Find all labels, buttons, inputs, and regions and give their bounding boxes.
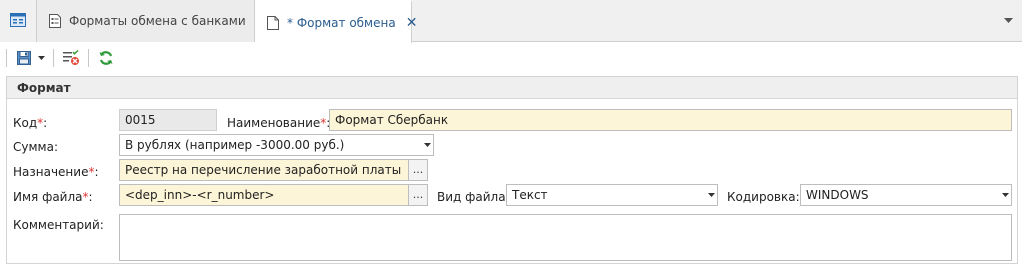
- save-icon: [17, 51, 31, 65]
- encoding-select[interactable]: WINDOWS: [800, 184, 1012, 206]
- chevron-down-icon: [37, 56, 45, 60]
- toolbar-separator: [6, 49, 7, 67]
- format-group: Формат Код*: 0015 Наименование*: Формат …: [6, 76, 1018, 264]
- tabs-dropdown-button[interactable]: [1002, 14, 1014, 26]
- tab-home[interactable]: [0, 0, 37, 42]
- filename-label: Имя файла*:: [13, 190, 93, 204]
- document-icon: [267, 15, 279, 30]
- chevron-down-icon: [421, 135, 433, 155]
- code-field[interactable]: 0015: [119, 109, 217, 131]
- comment-textarea[interactable]: [119, 214, 1012, 261]
- encoding-label: Кодировка:: [727, 190, 800, 204]
- code-label: Код*:: [13, 116, 48, 130]
- tab-exchange-formats[interactable]: Форматы обмена с банками: [37, 0, 255, 42]
- save-dropdown-button[interactable]: [35, 47, 47, 69]
- name-field[interactable]: Формат Сбербанк: [329, 109, 1012, 131]
- check-list-button[interactable]: [60, 47, 82, 69]
- filename-select-button[interactable]: ...: [408, 184, 428, 206]
- purpose-label: Назначение*:: [13, 165, 99, 179]
- purpose-field[interactable]: Реестр на перечисление заработной платы: [119, 159, 409, 181]
- tab-strip: Форматы обмена с банками * Формат обмена…: [0, 0, 1022, 43]
- purpose-select-button[interactable]: ...: [408, 159, 428, 181]
- section-title: Формат: [7, 77, 1017, 99]
- save-button[interactable]: [13, 47, 35, 69]
- list-remove-icon: [63, 50, 79, 65]
- sum-label: Сумма:: [13, 140, 58, 154]
- close-icon[interactable]: ✕: [406, 16, 418, 30]
- chevron-down-icon: [999, 185, 1011, 205]
- toolbar: [0, 43, 1022, 73]
- comment-label: Комментарий:: [13, 218, 104, 232]
- filetype-label: Вид файла:: [437, 190, 510, 204]
- toolbar-separator: [53, 49, 54, 67]
- filetype-select[interactable]: Текст: [506, 184, 718, 206]
- tab-label: Форматы обмена с банками: [69, 14, 246, 28]
- refresh-button[interactable]: [95, 47, 117, 69]
- tab-label: * Формат обмена: [287, 15, 396, 30]
- document-list-icon: [49, 14, 61, 28]
- sum-select[interactable]: В рублях (например -3000.00 руб.): [119, 134, 434, 156]
- refresh-icon: [99, 51, 113, 65]
- tab-exchange-format[interactable]: * Формат обмена ✕: [255, 0, 417, 43]
- name-label: Наименование*:: [227, 116, 330, 130]
- filename-field[interactable]: <dep_inn>-<r_number>: [119, 184, 409, 206]
- chevron-down-icon: [1003, 17, 1013, 23]
- toolbar-separator: [88, 49, 89, 67]
- window-list-icon: [10, 12, 26, 30]
- chevron-down-icon: [705, 185, 717, 205]
